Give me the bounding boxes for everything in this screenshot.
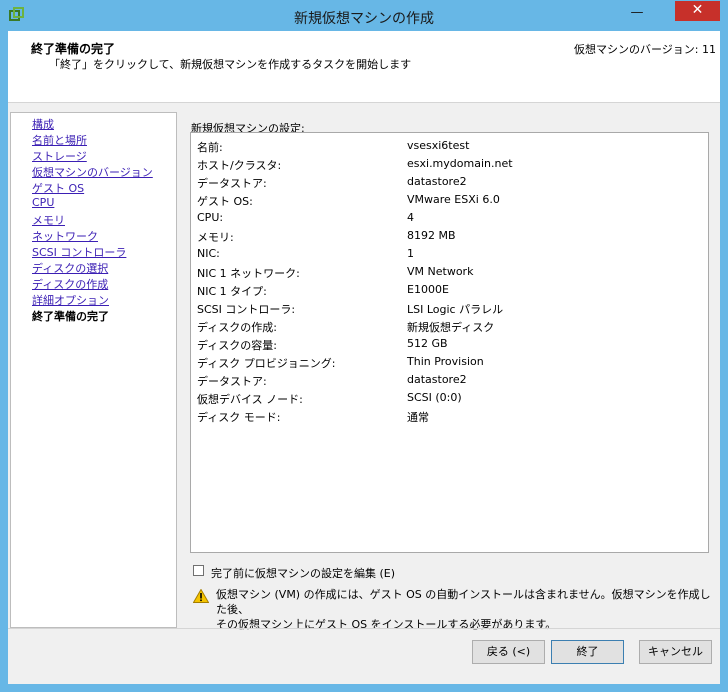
nav-step-cpu[interactable]: CPU bbox=[32, 196, 54, 209]
title-bar[interactable]: 新規仮想マシンの作成 — ✕ bbox=[0, 0, 728, 32]
setting-value: Thin Provision bbox=[407, 355, 484, 368]
setting-value: 1 bbox=[407, 247, 414, 260]
setting-label: ディスク プロビジョニング: bbox=[197, 357, 336, 370]
setting-label: NIC 1 タイプ: bbox=[197, 285, 267, 298]
guest-os-warning: 仮想マシン (VM) の作成には、ゲスト OS の自動インストールは含まれません… bbox=[216, 587, 711, 632]
warning-line-2: その仮想マシン上にゲスト OS をインストールする必要があります。 bbox=[216, 618, 557, 631]
setting-label: メモリ: bbox=[197, 231, 234, 244]
setting-label: ディスクの容量: bbox=[197, 339, 277, 352]
nav-step-advanced-options[interactable]: 詳細オプション bbox=[32, 292, 109, 308]
wizard-step-nav: 構成 名前と場所 ストレージ 仮想マシンのバージョン ゲスト OS CPU メモ… bbox=[10, 112, 177, 628]
setting-value: 512 GB bbox=[407, 337, 448, 350]
nav-step-scsi-controller[interactable]: SCSI コントローラ bbox=[32, 244, 126, 260]
nav-step-configuration[interactable]: 構成 bbox=[32, 116, 54, 132]
page-header: 終了準備の完了 「終了」をクリックして、新規仮想マシンを作成するタスクを開始しま… bbox=[8, 31, 720, 103]
setting-label: SCSI コントローラ: bbox=[197, 303, 296, 316]
page-title: 終了準備の完了 bbox=[31, 42, 116, 56]
setting-value: datastore2 bbox=[407, 373, 467, 386]
setting-value: VM Network bbox=[407, 265, 474, 278]
setting-value: SCSI (0:0) bbox=[407, 391, 462, 404]
setting-label: ディスク モード: bbox=[197, 411, 281, 424]
setting-label: 名前: bbox=[197, 141, 223, 154]
setting-value: 4 bbox=[407, 211, 414, 224]
setting-label: データストア: bbox=[197, 375, 267, 388]
setting-label: ディスクの作成: bbox=[197, 321, 277, 334]
edit-settings-checkbox[interactable] bbox=[193, 565, 204, 576]
setting-label: データストア: bbox=[197, 177, 267, 190]
setting-label: ゲスト OS: bbox=[197, 195, 253, 208]
nav-step-select-disk[interactable]: ディスクの選択 bbox=[32, 260, 108, 276]
nav-step-network[interactable]: ネットワーク bbox=[32, 228, 98, 244]
back-button[interactable]: 戻る (<) bbox=[472, 640, 545, 664]
setting-label: ホスト/クラスタ: bbox=[197, 159, 282, 172]
footer-divider bbox=[8, 628, 720, 629]
nav-step-ready-to-complete: 終了準備の完了 bbox=[32, 310, 109, 323]
wizard-window: 新規仮想マシンの作成 — ✕ 終了準備の完了 「終了」をクリックして、新規仮想マ… bbox=[0, 0, 728, 692]
setting-value: datastore2 bbox=[407, 175, 467, 188]
warning-line-1: 仮想マシン (VM) の作成には、ゲスト OS の自動インストールは含まれません… bbox=[216, 588, 711, 616]
nav-step-storage[interactable]: ストレージ bbox=[32, 148, 87, 164]
setting-value: 新規仮想ディスク bbox=[407, 321, 495, 334]
setting-value: vsesxi6test bbox=[407, 139, 470, 152]
nav-step-create-disk[interactable]: ディスクの作成 bbox=[32, 276, 108, 292]
setting-value: 通常 bbox=[407, 411, 429, 424]
setting-value: 8192 MB bbox=[407, 229, 456, 242]
setting-value: E1000E bbox=[407, 283, 449, 296]
cancel-button[interactable]: キャンセル bbox=[639, 640, 712, 664]
window-title: 新規仮想マシンの作成 bbox=[294, 11, 434, 27]
nav-step-vm-version[interactable]: 仮想マシンのバージョン bbox=[32, 164, 153, 180]
setting-label: CPU: bbox=[197, 211, 224, 224]
minimize-button[interactable]: — bbox=[629, 6, 645, 22]
settings-summary-panel[interactable]: 名前: vsesxi6test ホスト/クラスタ: esxi.mydomain.… bbox=[190, 132, 709, 553]
nav-step-guest-os[interactable]: ゲスト OS bbox=[32, 180, 84, 196]
setting-label: NIC: bbox=[197, 247, 220, 260]
nav-step-name-location[interactable]: 名前と場所 bbox=[32, 132, 87, 148]
setting-value: esxi.mydomain.net bbox=[407, 157, 513, 170]
setting-value: VMware ESXi 6.0 bbox=[407, 193, 500, 206]
edit-settings-label[interactable]: 完了前に仮想マシンの設定を編集 (E) bbox=[211, 565, 395, 581]
setting-label: 仮想デバイス ノード: bbox=[197, 393, 303, 406]
wizard-client-area: 終了準備の完了 「終了」をクリックして、新規仮想マシンを作成するタスクを開始しま… bbox=[8, 31, 720, 684]
warning-icon bbox=[193, 589, 209, 603]
close-button[interactable]: ✕ bbox=[675, 1, 720, 21]
vm-version-label: 仮想マシンのバージョン: 11 bbox=[574, 43, 716, 56]
setting-label: NIC 1 ネットワーク: bbox=[197, 267, 300, 280]
page-description: 「終了」をクリックして、新規仮想マシンを作成するタスクを開始します bbox=[49, 58, 412, 71]
finish-button[interactable]: 終了 bbox=[551, 640, 624, 664]
nav-step-memory[interactable]: メモリ bbox=[32, 212, 65, 228]
setting-value: LSI Logic パラレル bbox=[407, 303, 504, 316]
